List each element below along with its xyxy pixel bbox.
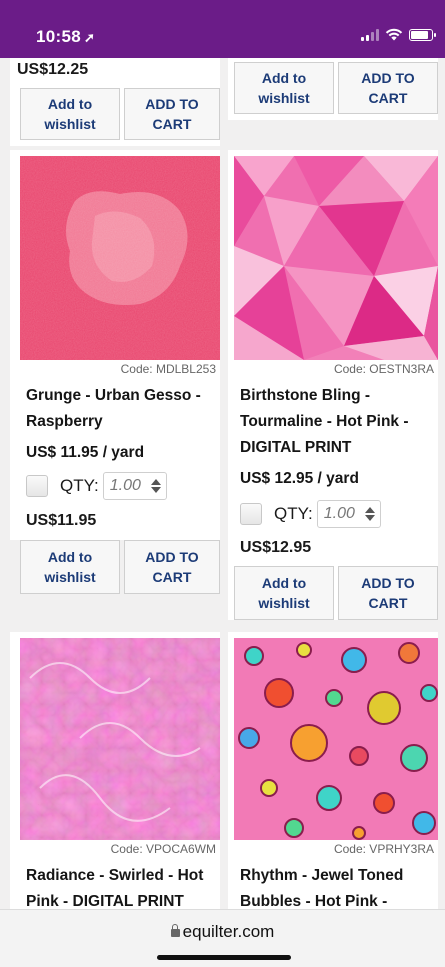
product-title[interactable]: Rhythm - Jewel Toned Bubbles - Hot Pink - [240, 863, 438, 909]
qty-label: QTY: [274, 504, 313, 523]
url-display[interactable]: equilter.com [0, 922, 445, 942]
fabric-swatch-image[interactable] [234, 638, 438, 840]
wifi-icon [385, 28, 403, 41]
total-price: US$12.95 [240, 539, 312, 556]
quantity-stepper[interactable]: 1.00 [102, 472, 167, 500]
cellular-signal-icon [361, 28, 379, 41]
select-checkbox[interactable] [240, 503, 262, 525]
fabric-swatch-image[interactable] [20, 638, 220, 840]
fabric-swatch-image[interactable] [20, 156, 220, 360]
total-price: US$11.95 [26, 512, 97, 529]
quantity-stepper[interactable]: 1.00 [316, 500, 381, 528]
add-to-cart-button[interactable]: ADD TO CART [338, 62, 438, 114]
total-price: US$12.25 [17, 61, 89, 78]
product-code: Code: MDLBL253 [120, 362, 216, 376]
unit-price: US$ 11.95 / yard [26, 444, 145, 461]
qty-value: 1.00 [323, 505, 355, 522]
fabric-swatch-image[interactable] [234, 156, 438, 360]
status-icons [361, 28, 436, 41]
add-to-cart-button[interactable]: ADD TO CART [124, 88, 220, 140]
lock-icon [170, 924, 180, 937]
product-code: Code: VPRHY3RA [333, 842, 434, 856]
status-bar: 10:58 ➚ [0, 0, 445, 58]
product-title[interactable]: Grunge - Urban Gesso - Raspberry [26, 383, 218, 435]
qty-value: 1.00 [109, 477, 141, 494]
add-to-wishlist-button[interactable]: Add to wishlist [20, 540, 120, 594]
add-to-wishlist-button[interactable]: Add to wishlist [234, 62, 334, 114]
add-to-cart-button[interactable]: ADD TO CART [338, 566, 438, 620]
unit-price: US$ 12.95 / yard [240, 470, 359, 487]
product-title[interactable]: Birthstone Bling - Tourmaline - Hot Pink … [240, 383, 436, 461]
add-to-wishlist-button[interactable]: Add to wishlist [234, 566, 334, 620]
clock-text: 10:58 [36, 27, 81, 46]
location-arrow-icon: ➚ [83, 30, 96, 45]
quantity-row: QTY: 1.00 [240, 500, 381, 528]
select-checkbox[interactable] [26, 475, 48, 497]
stepper-arrows-icon[interactable] [150, 479, 161, 493]
product-code: Code: OESTN3RA [333, 362, 434, 376]
product-title[interactable]: Radiance - Swirled - Hot Pink - DIGITAL P… [26, 863, 220, 909]
battery-icon [409, 28, 436, 41]
status-time: 10:58 ➚ [36, 27, 95, 47]
product-grid[interactable]: US$12.25 Add to wishlist ADD TO CART Add t… [0, 58, 445, 909]
quantity-row: QTY: 1.00 [26, 472, 167, 500]
product-code: Code: VPOCA6WM [110, 842, 216, 856]
stepper-arrows-icon[interactable] [364, 507, 375, 521]
add-to-wishlist-button[interactable]: Add to wishlist [20, 88, 120, 140]
add-to-cart-button[interactable]: ADD TO CART [124, 540, 220, 594]
home-indicator[interactable] [157, 955, 291, 960]
domain-text: equilter.com [182, 922, 275, 941]
browser-url-bar[interactable]: equilter.com [0, 909, 445, 967]
qty-label: QTY: [60, 476, 99, 495]
